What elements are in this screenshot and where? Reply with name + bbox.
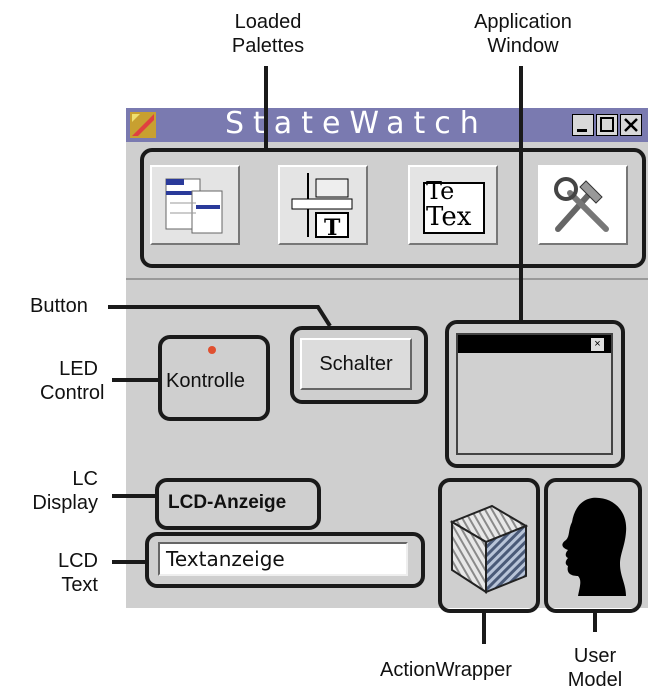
leader-button <box>108 305 332 328</box>
callout-lines <box>108 66 597 644</box>
